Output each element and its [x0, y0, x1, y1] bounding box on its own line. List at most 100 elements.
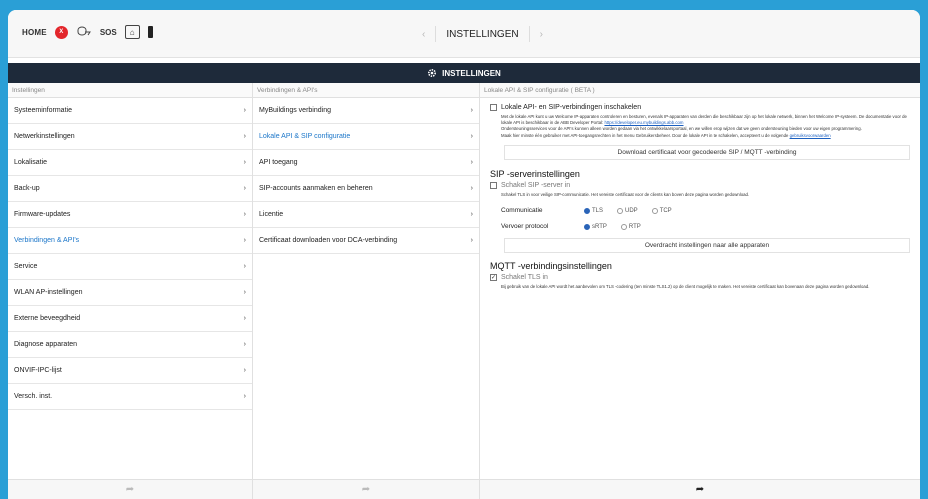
chevron-right-icon: ›	[470, 185, 473, 192]
menu-item-api-access[interactable]: API toegang ›	[253, 150, 479, 176]
sidebar-item-externe[interactable]: Externe beveegdheid ›	[8, 306, 252, 332]
gear-icon	[428, 68, 437, 78]
chevron-right-icon: ›	[243, 133, 246, 140]
sip-tls-description: Schakel TLS in voor veilige SIP-communic…	[501, 191, 750, 197]
developer-portal-link[interactable]: https://developer.eu.mybuildings.abb.com	[604, 120, 683, 125]
connections-column: Verbindingen & API's MyBuildings verbind…	[253, 83, 480, 499]
back-arrow-icon[interactable]: ➦	[696, 484, 704, 495]
radio-dot	[651, 207, 658, 214]
chevron-right-icon: ›	[243, 367, 246, 374]
column-heading: Instellingen	[8, 83, 252, 98]
radio-tls[interactable]: TLS	[584, 207, 603, 214]
next-page-button[interactable]: ›	[540, 29, 543, 40]
settings-header: INSTELLINGEN	[8, 63, 920, 83]
chevron-right-icon: ›	[243, 289, 246, 296]
sip-section-title: SIP -serverinstellingen	[490, 168, 580, 179]
mqtt-description: Bij gebruik van de lokale API wordt het …	[501, 284, 870, 290]
top-bar: HOME X SOS ⌂ ‹ INSTELLINGEN ›	[8, 10, 920, 58]
divider	[435, 26, 437, 42]
door-icon[interactable]	[147, 26, 153, 38]
page-navigation: ‹ INSTELLINGEN ›	[422, 26, 543, 42]
sidebar-item-systeminformatie[interactable]: Systeeminformatie ›	[8, 98, 252, 124]
sidebar-item-netwerk[interactable]: Netwerkinstellingen ›	[8, 124, 252, 150]
chevron-right-icon: ›	[470, 133, 473, 140]
mqtt-tls-checkbox[interactable]: ✓	[490, 274, 497, 282]
page-title: INSTELLINGEN	[446, 28, 519, 40]
mqtt-tls-label: Schakel TLS in	[501, 274, 548, 282]
radio-srtp[interactable]: sRTP	[584, 223, 607, 230]
sip-server-label: Schakel SIP -server in	[501, 181, 571, 189]
radio-rtp[interactable]: RTP	[620, 223, 641, 230]
back-arrow-icon: ➦	[125, 484, 135, 495]
top-quick-actions: HOME X SOS ⌂	[22, 25, 153, 39]
sip-server-checkbox[interactable]	[490, 181, 497, 189]
sidebar-item-backup[interactable]: Back-up ›	[8, 176, 252, 202]
sidebar-item-firmware[interactable]: Firmware-updates ›	[8, 202, 252, 228]
chevron-right-icon: ›	[470, 159, 473, 166]
column-footer: ➦	[8, 479, 252, 499]
sidebar-item-onvif[interactable]: ONVIF-IPC-lijst ›	[8, 358, 252, 384]
chevron-right-icon: ›	[243, 263, 246, 270]
chevron-right-icon: ›	[470, 237, 473, 244]
local-api-config-panel: Lokale API & SIP configuratie ( BETA ) L…	[480, 83, 920, 499]
communication-label: Communicatie	[501, 207, 543, 215]
enable-local-api-checkbox[interactable]	[490, 104, 497, 111]
column-footer: ➦	[480, 479, 920, 499]
menu-item-mybuildings[interactable]: MyBuildings verbinding ›	[253, 98, 479, 124]
transfer-settings-button[interactable]: Overdracht instellingen naar alle appara…	[504, 238, 910, 254]
sidebar-item-diagnose[interactable]: Diagnose apparaten ›	[8, 332, 252, 358]
chevron-right-icon: ›	[243, 237, 246, 244]
sidebar-item-service[interactable]: Service ›	[8, 254, 252, 280]
settings-header-title: INSTELLINGEN	[442, 68, 501, 78]
chevron-right-icon: ›	[470, 107, 473, 114]
menu-item-license[interactable]: Licentie ›	[253, 202, 479, 228]
terms-link[interactable]: gebruiksvoorwaarden	[790, 133, 831, 138]
sip-server-row: Schakel SIP -server in	[490, 181, 910, 189]
menu-item-certificate[interactable]: Certificaat downloaden voor DCA-verbindi…	[253, 228, 479, 254]
back-arrow-icon[interactable]: ➦	[362, 484, 370, 495]
radio-dot	[584, 223, 590, 230]
intercom-icon[interactable]	[76, 26, 92, 39]
column-heading: Lokale API & SIP configuratie ( BETA )	[480, 83, 920, 98]
chevron-right-icon: ›	[243, 211, 246, 218]
chevron-right-icon: ›	[470, 211, 473, 218]
settings-columns: Instellingen Systeeminformatie › Netwerki…	[8, 83, 920, 499]
transport-label: Vervoer protocol	[501, 223, 549, 231]
download-certificate-button[interactable]: Download certificaat voor gecodeerde SIP…	[504, 144, 910, 160]
chevron-right-icon: ›	[243, 159, 246, 166]
settings-category-column: Instellingen Systeeminformatie › Netwerki…	[8, 83, 253, 499]
column-footer: ➦	[253, 479, 479, 499]
app-window: HOME X SOS ⌂ ‹ INSTELLINGEN › INSTELLING…	[8, 10, 920, 499]
prev-page-button[interactable]: ‹	[422, 29, 425, 40]
enable-local-api-row: Lokale API- en SIP-verbindingen inschake…	[490, 104, 910, 111]
chevron-right-icon: ›	[243, 185, 246, 192]
radio-dot	[584, 207, 590, 214]
radio-dot	[617, 207, 624, 214]
transport-row: Vervoer protocol sRTP RTP	[490, 223, 910, 230]
radio-udp[interactable]: UDP	[617, 207, 638, 214]
sidebar-item-lokalisatie[interactable]: Lokalisatie ›	[8, 150, 252, 176]
sidebar-item-versch[interactable]: Versch. inst. ›	[8, 384, 252, 410]
mqtt-tls-row: ✓ Schakel TLS in	[490, 274, 910, 282]
home-button[interactable]: HOME	[22, 28, 47, 37]
config-content: Lokale API- en SIP-verbindingen inschake…	[480, 98, 920, 290]
menu-item-sip-accounts[interactable]: SIP-accounts aanmaken en beheren ›	[253, 176, 479, 202]
chevron-right-icon: ›	[243, 341, 246, 348]
mqtt-section-title: MQTT -verbindingsinstellingen	[490, 261, 612, 272]
communication-row: Communicatie TLS UDP TCP	[490, 207, 910, 214]
enable-local-api-description: Met de lokale API kunt u uw Welcome IP-a…	[501, 114, 907, 138]
stop-icon[interactable]: X	[54, 25, 68, 39]
menu-item-local-api[interactable]: Lokale API & SIP configuratie ›	[253, 124, 479, 150]
sidebar-item-wlan[interactable]: WLAN AP-instellingen ›	[8, 280, 252, 306]
chevron-right-icon: ›	[243, 107, 246, 114]
chevron-right-icon: ›	[243, 315, 246, 322]
sos-button[interactable]: SOS	[100, 28, 117, 37]
radio-tcp[interactable]: TCP	[651, 207, 672, 214]
chevron-right-icon: ›	[243, 393, 246, 400]
enable-local-api-label: Lokale API- en SIP-verbindingen inschake…	[501, 104, 642, 111]
house-icon[interactable]: ⌂	[124, 25, 140, 39]
divider	[528, 26, 530, 42]
column-heading: Verbindingen & API's	[253, 83, 479, 98]
radio-dot	[620, 223, 627, 230]
sidebar-item-verbindingen[interactable]: Verbindingen & API's ›	[8, 228, 252, 254]
